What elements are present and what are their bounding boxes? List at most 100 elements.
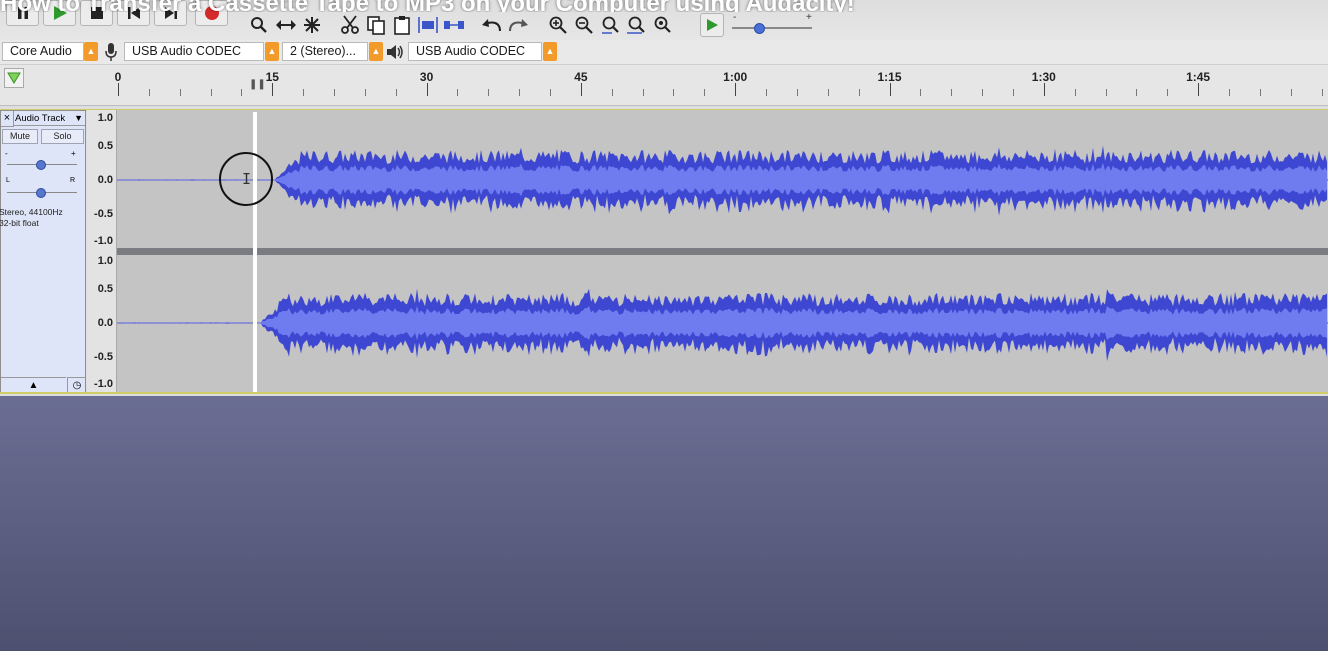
ruler-tick — [1106, 89, 1107, 96]
gain-slider-thumb[interactable] — [36, 160, 46, 170]
ruler-tick — [982, 89, 983, 96]
scale-top-0: 0.0 — [97, 174, 113, 186]
scale-bottom-05: 0.5 — [97, 283, 113, 295]
solo-button[interactable]: Solo — [41, 129, 84, 144]
copy-button[interactable] — [364, 14, 388, 36]
zoom-in-button[interactable] — [546, 14, 570, 36]
ruler-tick — [272, 83, 273, 96]
ruler-tick — [303, 89, 304, 96]
ruler-tick — [1136, 89, 1137, 96]
scale-top-05: 0.5 — [97, 140, 113, 152]
ruler-tick — [581, 83, 582, 96]
pan-right-label: R — [70, 177, 76, 184]
track-sample-format: 32-bit float — [0, 218, 39, 228]
ruler-tick — [704, 89, 705, 96]
ruler-label: 1:45 — [1186, 70, 1211, 84]
ruler-tick — [890, 83, 891, 96]
ruler-tick — [1167, 89, 1168, 96]
recording-device-dropdown-icon[interactable]: ▲︎ — [265, 42, 279, 61]
audio-host-dropdown-icon[interactable]: ▲︎ — [84, 42, 98, 61]
scale-top-1: 1.0 — [97, 112, 113, 124]
undo-icon — [482, 19, 501, 32]
mute-button[interactable]: Mute — [2, 129, 38, 144]
pan-slider-thumb[interactable] — [36, 188, 46, 198]
zoom-toggle-icon — [654, 16, 671, 33]
recording-channels-select[interactable]: 2 (Stereo)... — [282, 42, 368, 61]
trim-icon — [418, 17, 438, 33]
amplitude-scale: 1.0 0.5 0.0 -0.5 -1.0 1.0 0.5 0.0 -0.5 -… — [87, 110, 117, 393]
paste-button[interactable] — [390, 14, 414, 36]
playback-device-dropdown-icon[interactable]: ▲︎ — [543, 42, 557, 61]
redo-button[interactable] — [506, 14, 530, 36]
multi-tool[interactable] — [300, 14, 324, 36]
speed-slider-track[interactable] — [732, 27, 812, 29]
empty-project-area — [0, 396, 1328, 651]
scale-bottom-1: 1.0 — [97, 255, 113, 267]
track-name-menu[interactable]: Audio Track ▼ — [13, 111, 85, 126]
ruler-tick — [735, 83, 736, 96]
recording-channels-dropdown-icon[interactable]: ▲︎ — [369, 42, 383, 61]
gain-plus-label: + — [71, 149, 76, 158]
ruler-tick — [118, 83, 119, 96]
trim-audio-button[interactable] — [416, 14, 440, 36]
ruler-label: 1:15 — [877, 70, 902, 84]
ruler-tick — [1075, 89, 1076, 96]
ruler-tick — [612, 89, 613, 96]
ruler-tick — [766, 89, 767, 96]
speed-minus-label: - — [733, 12, 737, 23]
multitool-icon — [304, 17, 320, 33]
speed-slider-thumb[interactable] — [754, 23, 765, 34]
zoom-out-button[interactable] — [572, 14, 596, 36]
ruler-tick — [519, 89, 520, 96]
scale-top-neg05: -0.5 — [94, 208, 113, 220]
pan-left-label: L — [6, 177, 10, 184]
zoom-tool[interactable] — [247, 14, 271, 36]
recording-device-select[interactable]: USB Audio CODEC — [124, 42, 264, 61]
cut-button[interactable] — [338, 14, 362, 36]
ruler-tick — [920, 89, 921, 96]
track-control-panel: × Audio Track ▼ Mute Solo - + L R Stereo… — [0, 110, 86, 393]
selection-marker-icon: ❚❚ — [249, 79, 266, 90]
ruler-tick — [1260, 89, 1261, 96]
zoom-toggle-button[interactable] — [650, 14, 674, 36]
fit-project-icon — [627, 16, 645, 34]
fit-project-button[interactable] — [624, 14, 648, 36]
silence-audio-button[interactable] — [442, 14, 466, 36]
timeline-ruler[interactable]: 0 15 30 45 1:00 1:15 1:30 1:45 ❚❚ — [0, 65, 1328, 106]
fit-selection-icon — [602, 16, 619, 34]
ruler-tick — [334, 89, 335, 96]
ruler-tick — [211, 89, 212, 96]
microphone-icon — [104, 42, 118, 67]
ruler-tick — [180, 89, 181, 96]
scale-top-neg1: -1.0 — [94, 235, 113, 247]
ruler-tick — [457, 89, 458, 96]
ruler-tick — [673, 89, 674, 96]
ruler-tick — [1013, 89, 1014, 96]
scale-bottom-neg05: -0.5 — [94, 351, 113, 363]
ruler-tick — [149, 89, 150, 96]
fit-selection-button[interactable] — [598, 14, 622, 36]
play-at-speed-button[interactable] — [700, 13, 724, 37]
ruler-tick — [1198, 83, 1199, 96]
ruler-tick — [365, 89, 366, 96]
track-sample-rate: Stereo, 44100Hz — [0, 207, 63, 217]
undo-button[interactable] — [480, 14, 504, 36]
collapse-track-icon[interactable]: ▲ — [1, 377, 66, 393]
gain-minus-label: - — [5, 149, 8, 158]
ruler-tick — [241, 89, 242, 96]
ruler-tick — [828, 89, 829, 96]
speed-plus-label: + — [806, 12, 812, 23]
ruler-tick — [859, 89, 860, 96]
zoom-out-icon — [575, 16, 593, 34]
sync-lock-icon[interactable]: ◷ — [67, 377, 86, 393]
paste-icon — [394, 16, 410, 35]
timeshift-tool[interactable] — [274, 14, 298, 36]
ruler-tick — [951, 89, 952, 96]
ruler-label: 1:30 — [1031, 70, 1056, 84]
zoom-in-icon — [549, 16, 567, 34]
scale-bottom-neg1: -1.0 — [94, 378, 113, 390]
playback-device-select[interactable]: USB Audio CODEC — [408, 42, 542, 61]
silence-icon — [444, 21, 464, 29]
audio-host-select[interactable]: Core Audio — [2, 42, 84, 61]
cut-icon — [341, 15, 359, 34]
